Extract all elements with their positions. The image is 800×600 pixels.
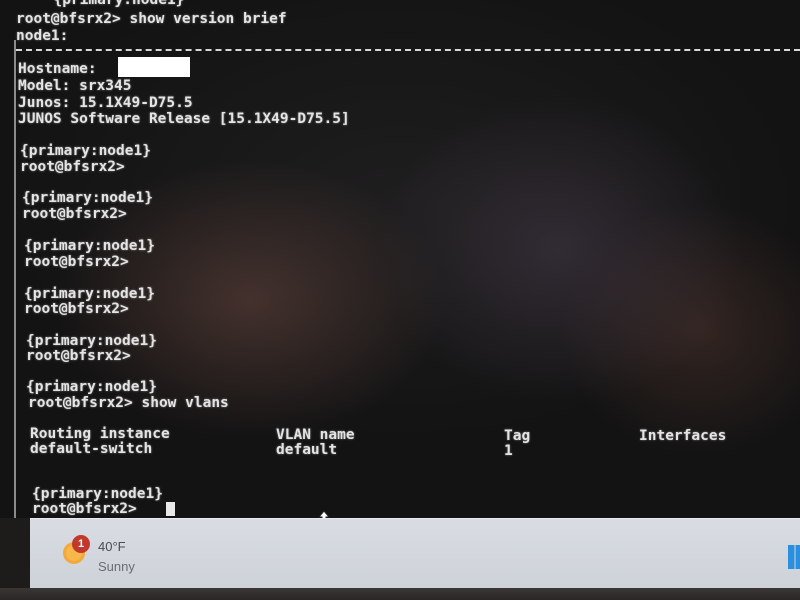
terminal-line-cluster-state: {primary:node1} bbox=[20, 143, 151, 159]
vlan-cell-tag: 1 bbox=[504, 443, 513, 459]
terminal-line-cluster-state: {primary:node1} bbox=[24, 286, 155, 302]
weather-condition: Sunny bbox=[98, 559, 135, 574]
monitor-screen: {primary:node1} root@bfsrx2> show versio… bbox=[0, 0, 800, 518]
terminal-line-partial: {primary:node1} bbox=[36, 0, 185, 8]
vlan-header-interfaces: Interfaces bbox=[639, 428, 727, 444]
monitor-bezel-bottom bbox=[0, 588, 800, 600]
terminal-text-cursor[interactable] bbox=[166, 502, 175, 516]
terminal-line-prompt: root@bfsrx2> bbox=[26, 348, 131, 364]
terminal-separator bbox=[16, 49, 800, 51]
terminal-line-command-version: root@bfsrx2> show version brief bbox=[16, 11, 287, 27]
terminal-line-prompt: root@bfsrx2> bbox=[22, 206, 127, 222]
weather-notification-badge: 1 bbox=[72, 535, 90, 553]
redacted-hostname-box bbox=[118, 57, 190, 77]
terminal-line-model: Model: srx345 bbox=[18, 78, 132, 94]
terminal-line-prompt: root@bfsrx2> bbox=[20, 159, 125, 175]
taskbar: 1 40°F Sunny bbox=[30, 518, 800, 589]
terminal-line-hostname: Hostname: bbox=[18, 61, 97, 77]
terminal-window[interactable]: {primary:node1} root@bfsrx2> show versio… bbox=[0, 0, 800, 518]
terminal-line-node: node1: bbox=[16, 28, 69, 44]
terminal-line-command-vlans: root@bfsrx2> show vlans bbox=[28, 395, 229, 411]
vlan-header-vlan-name: VLAN name bbox=[276, 427, 355, 443]
terminal-line-prompt: root@bfsrx2> bbox=[32, 501, 137, 517]
vlan-header-routing-instance: Routing instance bbox=[30, 426, 170, 442]
terminal-line-cluster-state: {primary:node1} bbox=[22, 190, 153, 206]
terminal-line-cluster-state: {primary:node1} bbox=[32, 486, 163, 502]
terminal-left-border bbox=[14, 40, 16, 518]
terminal-line-release: JUNOS Software Release [15.1X49-D75.5] bbox=[18, 111, 350, 127]
terminal-line-prompt: root@bfsrx2> bbox=[24, 301, 129, 317]
terminal-line-prompt: root@bfsrx2> bbox=[24, 254, 129, 270]
terminal-line-junos: Junos: 15.1X49-D75.5 bbox=[18, 95, 193, 111]
weather-temperature: 40°F bbox=[98, 539, 126, 554]
terminal-line-cluster-state: {primary:node1} bbox=[26, 333, 157, 349]
vlan-cell-vlan-name: default bbox=[276, 442, 338, 458]
terminal-line-cluster-state: {primary:node1} bbox=[24, 238, 155, 254]
start-menu-icon[interactable] bbox=[788, 545, 800, 569]
vlan-cell-routing-instance: default-switch bbox=[30, 441, 153, 457]
vlan-header-tag: Tag bbox=[504, 428, 531, 444]
terminal-line-cluster-state: {primary:node1} bbox=[26, 379, 157, 395]
